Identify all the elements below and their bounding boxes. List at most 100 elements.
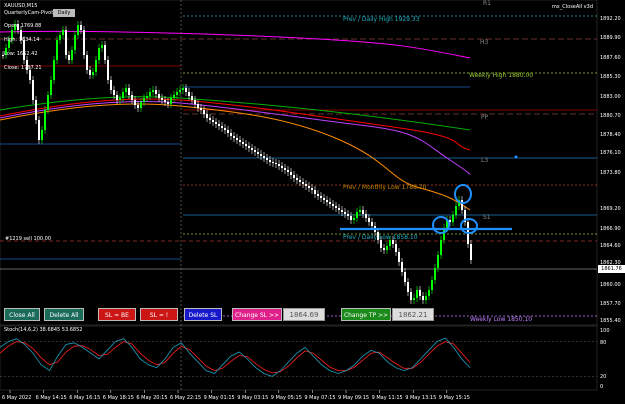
time-axis-label: 9 May 07:15 — [304, 395, 335, 401]
candle-body — [122, 92, 124, 98]
candle-body — [335, 206, 337, 208]
sl-be-button[interactable]: SL = BE — [98, 308, 136, 321]
candle-body — [62, 30, 64, 35]
candle-body — [179, 90, 181, 92]
candle-body — [434, 268, 436, 280]
candle-body — [128, 88, 130, 95]
current-price-tag: 1861.76 — [598, 265, 625, 273]
candle-body — [257, 152, 259, 154]
price-axis-label: 1876.10 — [600, 150, 621, 156]
candle-body — [242, 142, 244, 144]
stoch-main-line — [0, 337, 471, 377]
candle-body — [347, 214, 349, 216]
stoch-axis-label: 20 — [600, 374, 606, 380]
candle-body — [338, 208, 340, 210]
info-badge[interactable]: Daily — [53, 9, 75, 17]
weekly-low-label: Weekly Low 1850.10 — [470, 316, 533, 323]
candle-body — [212, 120, 214, 122]
delete-all-button[interactable]: Delete All — [44, 308, 84, 321]
candle-body — [404, 272, 406, 282]
candle-body — [227, 130, 229, 133]
candle-body — [92, 72, 94, 75]
candle-body — [233, 136, 235, 138]
candle-body — [239, 140, 241, 142]
candle-body — [194, 100, 196, 104]
marker-dot — [514, 155, 518, 159]
candle-body — [209, 118, 211, 120]
prev-monthly-low-label: Prev / Monthly Low 1788.70 — [343, 184, 427, 191]
candle-body — [89, 70, 91, 75]
candle-body — [116, 95, 118, 100]
candle-body — [275, 163, 277, 164]
price-axis-label: 1869.20 — [600, 206, 621, 212]
candle-body — [356, 212, 358, 218]
sell-order-label[interactable]: #1219 sell 100.00 — [5, 236, 51, 242]
candle-body — [53, 60, 55, 80]
candle-body — [80, 25, 82, 30]
candle-body — [311, 188, 313, 190]
price-axis-label: 1887.60 — [600, 55, 621, 61]
candle-body — [251, 148, 253, 150]
candle-body — [437, 255, 439, 268]
candle-body — [101, 45, 103, 48]
stoch-axis-label: 0 — [600, 384, 603, 390]
candle-body — [470, 244, 472, 260]
sl-value-field[interactable]: 1864.69 — [283, 308, 325, 321]
candle-body — [383, 248, 385, 250]
stoch-signal-line — [0, 341, 471, 374]
candle-body — [317, 194, 319, 196]
candle-body — [224, 128, 226, 130]
price-axis-label: 1864.60 — [600, 243, 621, 249]
time-axis-label: 6 May 22:15 — [170, 395, 201, 401]
candle-body — [68, 55, 70, 60]
candle-body — [455, 206, 457, 215]
ea-name-label: mx_CloseAll v3d — [551, 4, 593, 10]
time-axis-label: 9 May 01:15 — [204, 395, 235, 401]
change-sl-button[interactable]: Change SL >> — [232, 308, 282, 321]
candle-body — [353, 218, 355, 220]
price-chart[interactable]: 1892.20 1889.90 1887.60 1885.30 1883.00 1880.… — [0, 0, 625, 404]
candle-body — [215, 122, 217, 124]
candle-body — [185, 88, 187, 92]
delete-sl-button[interactable]: Delete SL — [184, 308, 222, 321]
stochastic-indicator — [0, 337, 597, 377]
time-axis-label: 9 May 13:15 — [405, 395, 436, 401]
candle-body — [371, 222, 373, 226]
candle-body — [290, 172, 292, 175]
candles — [2, 20, 472, 304]
candle-body — [65, 30, 67, 55]
change-tp-button[interactable]: Change TP >> — [341, 308, 391, 321]
candle-body — [461, 200, 463, 210]
price-axis-label: 1889.90 — [600, 35, 621, 41]
candle-body — [332, 204, 334, 206]
close-all-button[interactable]: Close All — [4, 308, 40, 321]
candle-body — [218, 124, 220, 126]
sl-plus-button[interactable]: SL = ! — [140, 308, 178, 321]
candle-body — [266, 158, 268, 160]
candle-body — [281, 166, 283, 168]
candle-body — [254, 150, 256, 152]
candle-body — [302, 182, 304, 184]
tp-value-field[interactable]: 1862.21 — [392, 308, 434, 321]
candle-body — [269, 160, 271, 162]
chart-window[interactable]: 1892.20 1889.90 1887.60 1885.30 1883.00 1880.… — [0, 0, 625, 404]
candle-body — [329, 202, 331, 204]
candle-body — [416, 290, 418, 298]
candle-body — [188, 92, 190, 96]
candle-body — [362, 210, 364, 214]
candle-body — [407, 282, 409, 292]
h3-label: H3 — [480, 39, 489, 46]
stoch-label: Stoch(14,6,2) 38.6845 53.6852 — [4, 327, 83, 333]
candle-body — [83, 30, 85, 55]
candle-body — [77, 25, 79, 35]
candle-body — [56, 40, 58, 60]
candle-body — [365, 214, 367, 218]
candle-body — [428, 290, 430, 296]
candle-body — [278, 164, 280, 166]
r1-label: R1 — [483, 0, 491, 7]
candle-body — [155, 90, 157, 94]
candle-body — [203, 110, 205, 114]
candle-body — [272, 162, 274, 163]
candle-body — [221, 126, 223, 128]
time-axis-label: 6 May 18:15 — [103, 395, 134, 401]
